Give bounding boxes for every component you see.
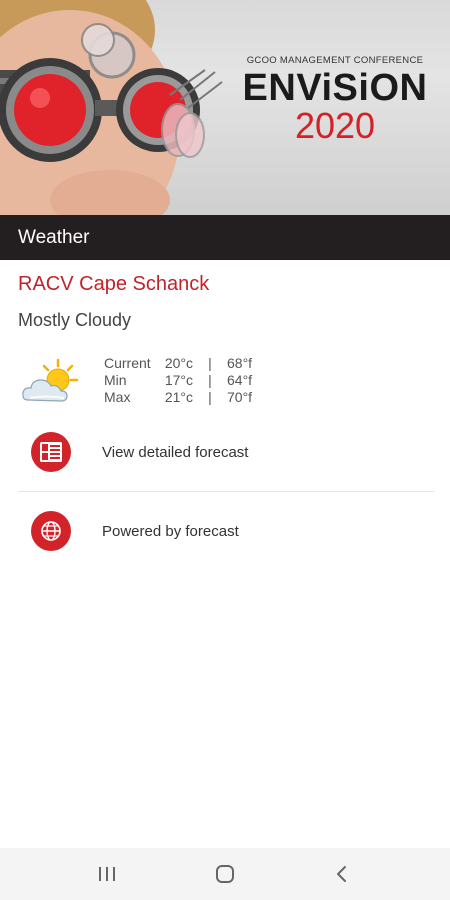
temp-fahrenheit: 68°f xyxy=(227,355,253,371)
temp-separator: | xyxy=(208,355,212,371)
temp-celsius: 21°c xyxy=(164,389,193,405)
temp-row-min: Min 17°c | 64°f xyxy=(104,372,267,389)
recent-apps-icon xyxy=(99,867,115,881)
globe-icon xyxy=(31,511,71,551)
temp-label: Max xyxy=(104,389,131,405)
view-detailed-forecast-button[interactable]: View detailed forecast xyxy=(0,422,450,482)
temp-label: Current xyxy=(104,355,151,371)
location-name: RACV Cape Schanck xyxy=(18,273,210,295)
page-title: Weather xyxy=(0,215,450,260)
divider xyxy=(18,491,434,492)
home-icon xyxy=(216,865,234,883)
temp-celsius: 20°c xyxy=(164,355,193,371)
back-button[interactable] xyxy=(312,848,372,900)
conference-title: ENViSiON xyxy=(242,67,428,109)
temp-row-max: Max 21°c | 70°f xyxy=(104,389,267,406)
temp-row-current: Current 20°c | 68°f xyxy=(104,355,267,372)
temp-separator: | xyxy=(208,372,212,388)
temp-fahrenheit: 64°f xyxy=(227,372,253,388)
goggles-illustration xyxy=(0,0,223,215)
powered-by-forecast-label: Powered by forecast xyxy=(102,522,239,540)
back-icon xyxy=(337,866,346,882)
temp-separator: | xyxy=(208,389,212,405)
weather-condition: Mostly Cloudy xyxy=(18,310,132,330)
temperature-table: Current 20°c | 68°f Min 17°c | 64°f Max … xyxy=(104,355,267,406)
partly-cloudy-icon xyxy=(22,358,79,402)
conference-banner: GCOO MANAGEMENT CONFERENCE ENViSiON 2020 xyxy=(0,0,450,215)
powered-by-forecast-link[interactable]: Powered by forecast xyxy=(0,501,450,561)
conference-year: 2020 xyxy=(294,105,376,146)
view-detailed-forecast-label: View detailed forecast xyxy=(102,443,249,461)
temp-label: Min xyxy=(104,372,127,388)
conference-branding: GCOO MANAGEMENT CONFERENCE ENViSiON 2020 xyxy=(225,55,445,144)
temp-celsius: 17°c xyxy=(164,372,193,388)
home-button[interactable] xyxy=(195,848,255,900)
conference-kicker: GCOO MANAGEMENT CONFERENCE xyxy=(246,55,424,66)
forecast-list-icon xyxy=(31,432,71,472)
temp-fahrenheit: 70°f xyxy=(227,389,253,405)
system-navigation-bar xyxy=(0,848,450,900)
recent-apps-button[interactable] xyxy=(77,848,137,900)
